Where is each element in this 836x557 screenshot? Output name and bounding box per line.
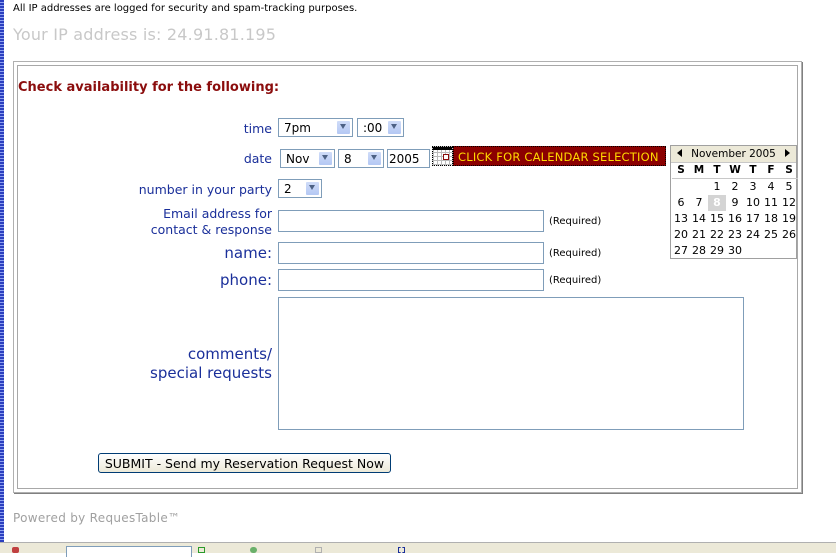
weekday-header: W [726,163,744,179]
comments-textarea[interactable] [278,297,744,430]
calendar-day[interactable]: 9 [726,195,744,211]
chevron-down-icon[interactable] [368,152,381,165]
calendar-day[interactable]: 28 [690,243,708,259]
calendar-day[interactable]: 16 [726,211,744,227]
party-size-value: 2 [284,182,292,196]
form-heading: Check availability for the following: [18,80,280,95]
email-label: Email address for contact & response [150,206,272,237]
next-month-icon[interactable] [785,149,790,157]
submit-reservation-button[interactable]: SUBMIT - Send my Reservation Request Now [98,453,391,473]
calendar-empty-cell [690,179,708,195]
weekday-header: F [762,163,780,179]
calendar-day[interactable]: 25 [762,227,780,243]
calendar-day[interactable]: 19 [780,211,798,227]
calendar-day[interactable]: 4 [762,179,780,195]
calendar-day[interactable]: 21 [690,227,708,243]
calendar-day[interactable]: 17 [744,211,762,227]
calendar-empty-cell [762,243,780,259]
email-input[interactable] [278,210,544,232]
calendar-day[interactable]: 13 [672,211,690,227]
party-size-label: number in your party [138,182,272,197]
hour-select[interactable]: 7pm [278,118,353,137]
phone-input[interactable] [278,269,544,291]
weekday-header: T [708,163,726,179]
calendar-day[interactable]: 10 [744,195,762,211]
chevron-down-icon[interactable] [337,121,350,134]
phone-label: phone: [220,271,272,289]
date-label: date [243,151,272,166]
calendar-day[interactable]: 15 [708,211,726,227]
hour-value: 7pm [284,121,311,135]
browser-status-bar [0,542,836,557]
calendar-day[interactable]: 8 [708,195,726,211]
calendar-day[interactable]: 18 [762,211,780,227]
calendar-day[interactable]: 23 [726,227,744,243]
weekday-header: S [672,163,690,179]
phone-required-note: (Required) [549,275,602,286]
status-zone-icon [398,547,405,553]
ip-logging-notice: All IP addresses are logged for security… [13,3,358,14]
status-page-icon [315,547,322,553]
powered-by-footer: Powered by RequesTable™ [13,511,181,525]
minute-value: :00 [363,121,383,135]
calendar-day[interactable]: 11 [762,195,780,211]
comments-label: comments/ special requests [150,345,272,382]
time-label: time [243,121,272,136]
calendar-day[interactable]: 20 [672,227,690,243]
chevron-down-icon[interactable] [319,152,332,165]
page-icon [12,547,19,553]
calendar-empty-cell [744,243,762,259]
status-lock-icon [250,547,257,553]
party-size-select[interactable]: 2 [278,179,322,198]
calendar-day[interactable]: 12 [780,195,798,211]
weekday-header: S [780,163,798,179]
name-label: name: [224,244,272,262]
month-select[interactable]: Nov [280,149,335,168]
day-select[interactable]: 8 [338,149,384,168]
calendar-day[interactable]: 6 [672,195,690,211]
calendar-empty-cell [780,243,798,259]
calendar-day[interactable]: 3 [744,179,762,195]
calendar-selection-button[interactable]: CLICK FOR CALENDAR SELECTION [453,146,666,166]
calendar-day[interactable]: 14 [690,211,708,227]
calendar-month-label: November 2005 [691,148,776,160]
calendar-day[interactable]: 1 [708,179,726,195]
window-edge [0,0,4,552]
calendar-day[interactable]: 22 [708,227,726,243]
chevron-down-icon[interactable] [306,182,319,195]
calendar-icon[interactable] [432,146,453,166]
weekday-header: T [744,163,762,179]
calendar-popup: November 2005 S M T W T F S 1 2 3 4 5 6 7 8 9 10 11 12 13 14… [670,145,798,259]
day-value: 8 [344,152,352,166]
calendar-day[interactable]: 27 [672,243,690,259]
weekday-header: M [690,163,708,179]
name-required-note: (Required) [549,248,602,259]
calendar-empty-cell [672,179,690,195]
name-input[interactable] [278,242,544,264]
calendar-day[interactable]: 29 [708,243,726,259]
calendar-grid: S M T W T F S 1 2 3 4 5 6 7 8 9 10 11 12 13 14 15 16 17 18 19 20 21… [671,163,798,259]
year-input[interactable]: 2005 [387,149,430,168]
calendar-day[interactable]: 30 [726,243,744,259]
calendar-day[interactable]: 7 [690,195,708,211]
status-green-icon [198,547,205,553]
month-value: Nov [286,152,310,166]
calendar-day[interactable]: 5 [780,179,798,195]
calendar-day[interactable]: 24 [744,227,762,243]
chevron-down-icon[interactable] [388,121,401,134]
ip-address-text: Your IP address is: 24.91.81.195 [13,25,277,44]
calendar-day[interactable]: 2 [726,179,744,195]
calendar-day[interactable]: 26 [780,227,798,243]
email-required-note: (Required) [549,216,602,227]
minute-select[interactable]: :00 [357,118,404,137]
